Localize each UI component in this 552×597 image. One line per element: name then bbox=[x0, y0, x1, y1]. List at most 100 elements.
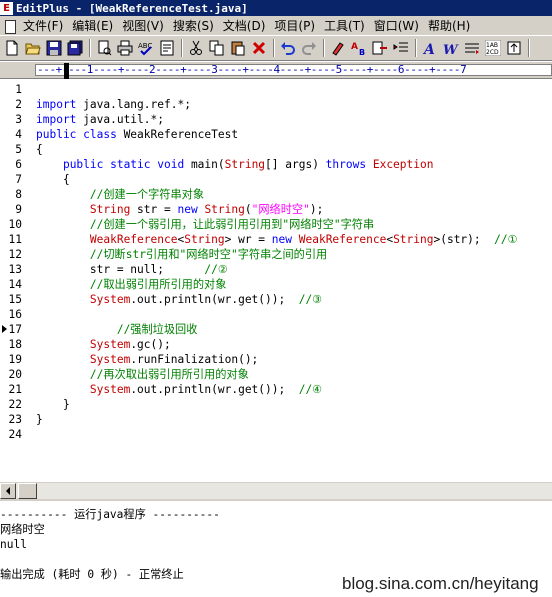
code-line[interactable]: 14 //取出弱引用所引用的对象 bbox=[0, 277, 552, 292]
code-line[interactable]: 22 } bbox=[0, 397, 552, 412]
find-icon[interactable] bbox=[328, 38, 348, 58]
menu-search[interactable]: 搜索(S) bbox=[173, 17, 223, 34]
code-line[interactable]: 13 str = null; //② bbox=[0, 262, 552, 277]
code-text[interactable]: String str = new String("网络时空"); bbox=[36, 202, 323, 217]
code-line[interactable]: 16 bbox=[0, 307, 552, 322]
spell-check-icon[interactable]: ABC bbox=[136, 38, 156, 58]
save-all-icon[interactable] bbox=[65, 38, 85, 58]
editplus-app-icon[interactable]: E bbox=[0, 1, 13, 15]
code-text[interactable]: str = null; //② bbox=[36, 262, 228, 277]
toolbar-separator bbox=[273, 39, 275, 57]
menu-project[interactable]: 项目(P) bbox=[274, 17, 324, 34]
code-line[interactable]: 9 String str = new String("网络时空"); bbox=[0, 202, 552, 217]
menu-help[interactable]: 帮助(H) bbox=[428, 17, 479, 34]
code-line[interactable]: 24 bbox=[0, 427, 552, 442]
code-line[interactable]: 21 System.out.println(wr.get()); //④ bbox=[0, 382, 552, 397]
delete-icon[interactable] bbox=[249, 38, 269, 58]
code-text[interactable]: public static void main(String[] args) t… bbox=[36, 157, 434, 172]
code-text[interactable]: import java.lang.ref.*; bbox=[36, 97, 191, 112]
code-editor[interactable]: 1 2 import java.lang.ref.*; 3 import java.ut… bbox=[0, 80, 552, 482]
code-token: //① bbox=[494, 233, 518, 246]
open-file-icon[interactable] bbox=[23, 38, 43, 58]
code-token: WeakReference bbox=[89, 233, 178, 246]
scroll-left-button[interactable] bbox=[0, 483, 16, 499]
undo-icon[interactable] bbox=[278, 38, 298, 58]
code-token: System bbox=[89, 338, 131, 351]
indent-icon[interactable] bbox=[391, 38, 411, 58]
menu-tools[interactable]: 工具(T) bbox=[324, 17, 374, 34]
wrap-toggle-icon[interactable] bbox=[462, 38, 482, 58]
code-token: ( bbox=[244, 203, 252, 216]
new-file-icon[interactable] bbox=[2, 38, 22, 58]
code-line[interactable]: 8 //创建一个字符串对象 bbox=[0, 187, 552, 202]
code-line[interactable]: 20 //再次取出弱引用所引用的对象 bbox=[0, 367, 552, 382]
print-icon[interactable] bbox=[115, 38, 135, 58]
code-line[interactable]: 1 bbox=[0, 82, 552, 97]
line-number: 23 bbox=[8, 413, 22, 426]
ruler: ---+----1----+----2----+----3----+----4-… bbox=[0, 62, 552, 79]
code-text[interactable]: //取出弱引用所引用的对象 bbox=[36, 277, 227, 292]
code-line[interactable]: 7 { bbox=[0, 172, 552, 187]
font-w-icon[interactable]: W bbox=[441, 38, 461, 58]
code-line[interactable]: 11 WeakReference<String> wr = new WeakRe… bbox=[0, 232, 552, 247]
line-number: 9 bbox=[15, 203, 22, 216]
code-text[interactable]: System.out.println(wr.get()); //③ bbox=[36, 292, 322, 307]
code-line[interactable]: 3 import java.util.*; bbox=[0, 112, 552, 127]
code-line[interactable]: 4 public class WeakReferenceTest bbox=[0, 127, 552, 142]
copy-format-icon[interactable] bbox=[370, 38, 390, 58]
paste-icon[interactable] bbox=[228, 38, 248, 58]
cut-icon[interactable] bbox=[186, 38, 206, 58]
code-text[interactable]: System.runFinalization(); bbox=[36, 352, 258, 367]
code-text[interactable]: WeakReference<String> wr = new WeakRefer… bbox=[36, 232, 518, 247]
redo-icon[interactable] bbox=[299, 38, 319, 58]
menu-view[interactable]: 视图(V) bbox=[122, 17, 173, 34]
code-line[interactable]: 17 //强制垃圾回收 bbox=[0, 322, 552, 337]
code-text[interactable]: System.gc(); bbox=[36, 337, 171, 352]
arrow-left-icon bbox=[6, 487, 10, 495]
replace-icon[interactable]: AB bbox=[349, 38, 369, 58]
code-text[interactable]: //强制垃圾回收 bbox=[36, 322, 198, 337]
code-text[interactable]: } bbox=[36, 397, 70, 412]
menu-window[interactable]: 窗口(W) bbox=[374, 17, 428, 34]
save-icon[interactable] bbox=[44, 38, 64, 58]
code-line[interactable]: 18 System.gc(); bbox=[0, 337, 552, 352]
code-token: > wr = bbox=[224, 233, 272, 246]
code-line[interactable]: 10 //创建一个弱引用，让此弱引用引用到"网络时空"字符串 bbox=[0, 217, 552, 232]
spacing-icon[interactable] bbox=[504, 38, 524, 58]
code-line[interactable]: 12 //切断str引用和"网络时空"字符串之间的引用 bbox=[0, 247, 552, 262]
code-line[interactable]: 2 import java.lang.ref.*; bbox=[0, 97, 552, 112]
code-text[interactable]: //创建一个字符串对象 bbox=[36, 187, 204, 202]
code-token: public class bbox=[36, 128, 117, 141]
menu-document[interactable]: 文档(D) bbox=[223, 17, 275, 34]
code-text[interactable]: //再次取出弱引用所引用的对象 bbox=[36, 367, 249, 382]
code-text[interactable]: System.out.println(wr.get()); //④ bbox=[36, 382, 322, 397]
code-line[interactable]: 15 System.out.println(wr.get()); //③ bbox=[0, 292, 552, 307]
document-icon[interactable] bbox=[3, 19, 17, 34]
code-text[interactable]: } bbox=[36, 412, 43, 427]
scroll-thumb[interactable] bbox=[18, 483, 37, 499]
copy-icon[interactable] bbox=[207, 38, 227, 58]
code-token: System bbox=[89, 353, 131, 366]
horizontal-scrollbar[interactable] bbox=[0, 482, 552, 499]
code-text[interactable]: //创建一个弱引用，让此弱引用引用到"网络时空"字符串 bbox=[36, 217, 374, 232]
code-line[interactable]: 6 public static void main(String[] args)… bbox=[0, 157, 552, 172]
line-number: 14 bbox=[8, 278, 22, 291]
code-text[interactable]: { bbox=[36, 142, 43, 157]
line-numbers-icon[interactable]: 1AB 2CD bbox=[483, 38, 503, 58]
code-text[interactable]: //切断str引用和"网络时空"字符串之间的引用 bbox=[36, 247, 327, 262]
code-text[interactable]: public class WeakReferenceTest bbox=[36, 127, 238, 142]
menu-edit[interactable]: 编辑(E) bbox=[72, 17, 122, 34]
code-text[interactable]: import java.util.*; bbox=[36, 112, 164, 127]
code-token: ); bbox=[309, 203, 324, 216]
code-line[interactable]: 19 System.runFinalization(); bbox=[0, 352, 552, 367]
print-preview-icon[interactable] bbox=[94, 38, 114, 58]
code-text[interactable]: { bbox=[36, 172, 70, 187]
word-wrap-icon[interactable] bbox=[157, 38, 177, 58]
title-bar[interactable]: E EditPlus - [WeakReferenceTest.java] bbox=[0, 0, 552, 16]
font-a-icon[interactable]: A bbox=[420, 38, 440, 58]
code-line[interactable]: 23} bbox=[0, 412, 552, 427]
menu-file[interactable]: 文件(F) bbox=[23, 17, 72, 34]
code-line[interactable]: 5{ bbox=[0, 142, 552, 157]
